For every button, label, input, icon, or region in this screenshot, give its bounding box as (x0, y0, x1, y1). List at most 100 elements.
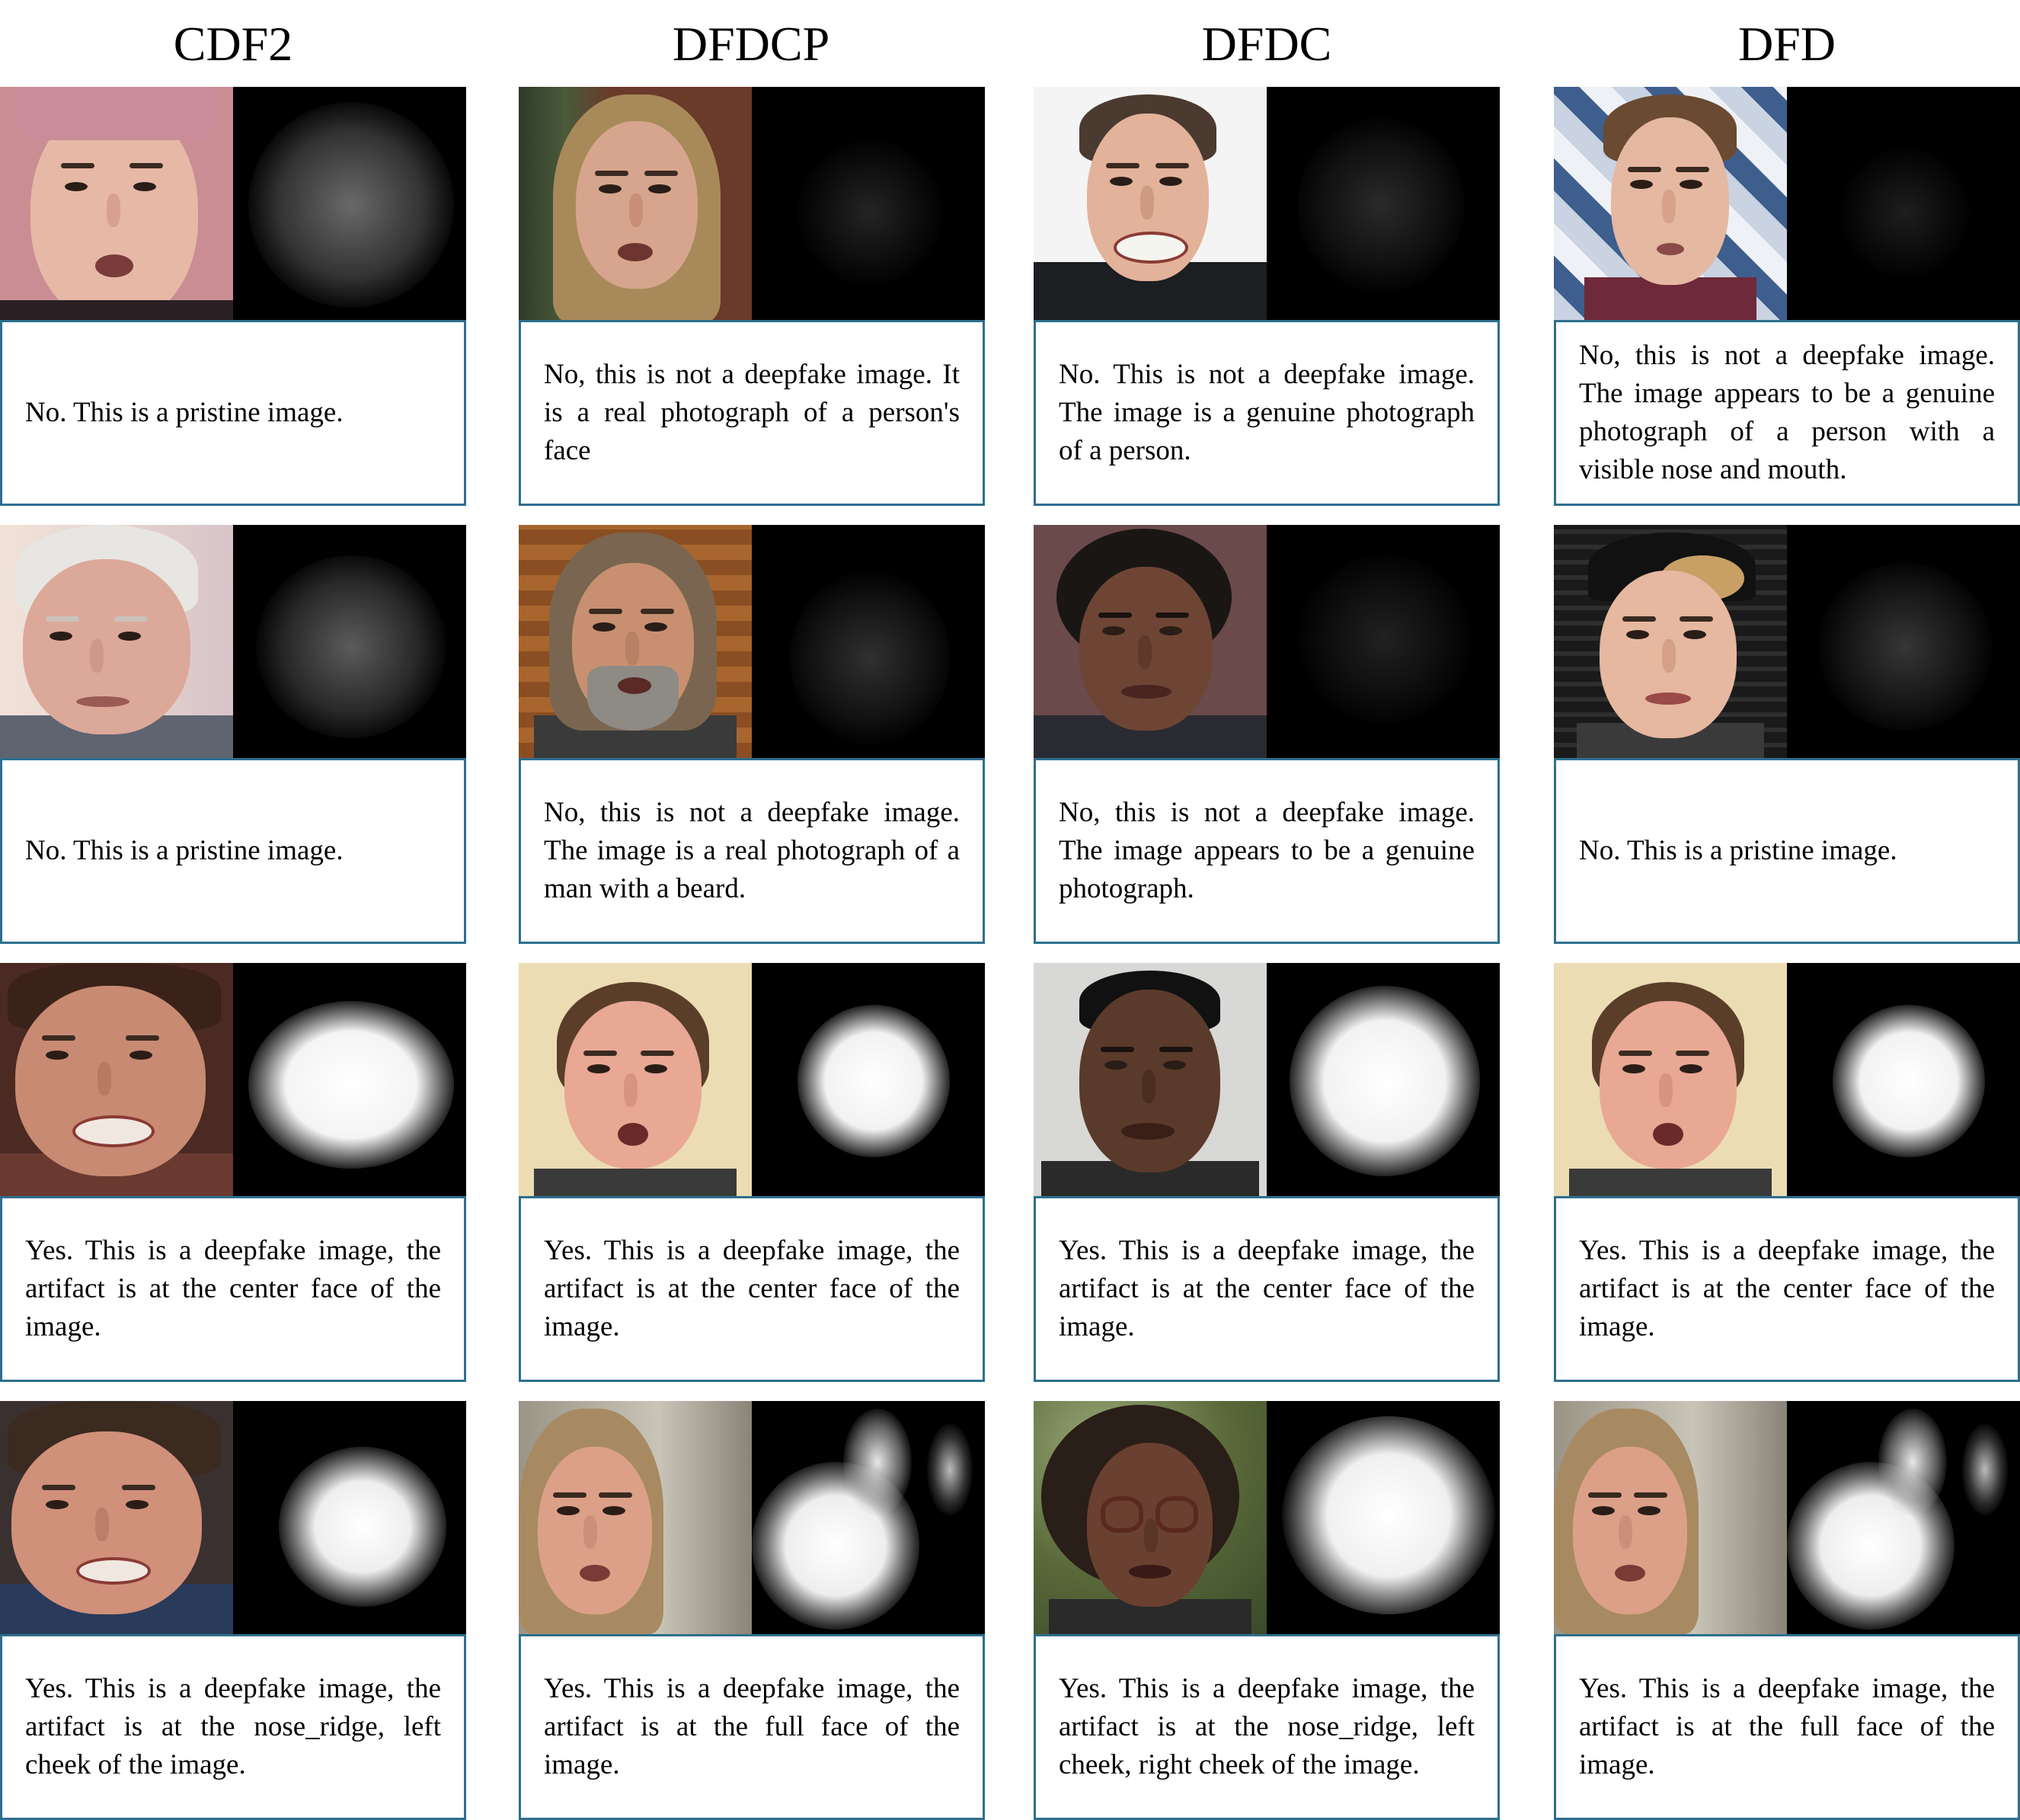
caption-box: No, this is not a deepfake image. The im… (1554, 320, 2020, 506)
heatmap (752, 525, 985, 758)
caption-box: No, this is not a deepfake image. The im… (519, 758, 985, 944)
heatmap (1787, 963, 2020, 1196)
face-photo (1034, 1401, 1267, 1634)
caption-text: Yes. This is a deepfake image, the artif… (1579, 1673, 1995, 1780)
result-cell: No. This is a pristine image. (1554, 525, 2020, 944)
face-photo (1554, 963, 1787, 1196)
image-pair (1034, 1401, 1500, 1634)
face-photo (519, 87, 752, 320)
result-cell: Yes. This is a deepfake image, the artif… (519, 1401, 985, 1820)
caption-box: No. This is a pristine image. (0, 758, 466, 944)
face-photo (519, 1401, 752, 1634)
heatmap (1267, 525, 1500, 758)
caption-box: Yes. This is a deepfake image, the artif… (519, 1196, 985, 1382)
image-pair (1034, 963, 1500, 1196)
face-photo (0, 1401, 233, 1634)
caption-text: No, this is not a deepfake image. The im… (544, 797, 960, 904)
image-pair (1554, 525, 2020, 758)
heatmap (752, 963, 985, 1196)
face-photo (519, 963, 752, 1196)
caption-text: No, this is not a deepfake image. The im… (1579, 340, 1995, 485)
caption-box: No, this is not a deepfake image. It is … (519, 320, 985, 506)
caption-box: No. This is a pristine image. (0, 320, 466, 506)
caption-text: No, this is not a deepfake image. The im… (1059, 797, 1475, 904)
image-pair (519, 1401, 985, 1634)
result-cell: No. This is not a deepfake image. The im… (1034, 87, 1500, 506)
caption-text: Yes. This is a deepfake image, the artif… (25, 1673, 441, 1780)
face-photo (1034, 525, 1267, 758)
face-photo (1034, 87, 1267, 320)
image-pair (1034, 87, 1500, 320)
caption-box: No. This is a pristine image. (1554, 758, 2020, 944)
column-header-cdf2: CDF2 (173, 17, 293, 71)
caption-text: Yes. This is a deepfake image, the artif… (25, 1235, 441, 1342)
caption-text: No. This is a pristine image. (25, 397, 344, 428)
heatmap (1787, 525, 2020, 758)
result-cell: Yes. This is a deepfake image, the artif… (0, 1401, 466, 1820)
result-cell: No, this is not a deepfake image. The im… (1034, 525, 1500, 944)
heatmap (1787, 1401, 2020, 1634)
heatmap (752, 87, 985, 320)
image-pair (519, 963, 985, 1196)
result-cell: Yes. This is a deepfake image, the artif… (519, 963, 985, 1382)
image-pair (519, 87, 985, 320)
caption-text: Yes. This is a deepfake image, the artif… (1059, 1673, 1475, 1780)
caption-text: No. This is not a deepfake image. The im… (1059, 359, 1475, 466)
face-photo (1554, 1401, 1787, 1634)
face-photo (0, 87, 233, 320)
result-cell: Yes. This is a deepfake image, the artif… (1554, 963, 2020, 1382)
caption-text: No. This is a pristine image. (25, 835, 344, 866)
result-cell: Yes. This is a deepfake image, the artif… (1034, 1401, 1500, 1820)
image-pair (0, 87, 466, 320)
image-pair (0, 525, 466, 758)
caption-text: Yes. This is a deepfake image, the artif… (1059, 1235, 1475, 1342)
image-pair (0, 963, 466, 1196)
caption-text: Yes. This is a deepfake image, the artif… (1579, 1235, 1995, 1342)
result-cell: No, this is not a deepfake image. It is … (519, 87, 985, 506)
column-header-dfdc: DFDC (1201, 17, 1332, 71)
caption-box: Yes. This is a deepfake image, the artif… (1554, 1634, 2020, 1820)
heatmap (233, 1401, 466, 1634)
heatmap (752, 1401, 985, 1634)
heatmap (233, 525, 466, 758)
face-photo (0, 963, 233, 1196)
face-photo (1034, 963, 1267, 1196)
face-photo (1554, 87, 1787, 320)
result-cell: No. This is a pristine image. (0, 525, 466, 944)
face-photo (0, 525, 233, 758)
image-pair (1554, 1401, 2020, 1634)
result-cell: Yes. This is a deepfake image, the artif… (1554, 1401, 2020, 1820)
face-photo (519, 525, 752, 758)
caption-text: No. This is a pristine image. (1579, 835, 1897, 866)
heatmap (1787, 87, 2020, 320)
caption-text: No, this is not a deepfake image. It is … (544, 359, 960, 466)
heatmap (1267, 87, 1500, 320)
image-pair (519, 525, 985, 758)
heatmap (1267, 963, 1500, 1196)
caption-box: Yes. This is a deepfake image, the artif… (1554, 1196, 2020, 1382)
caption-box: No, this is not a deepfake image. The im… (1034, 758, 1500, 944)
caption-box: Yes. This is a deepfake image, the artif… (1034, 1634, 1500, 1820)
caption-text: Yes. This is a deepfake image, the artif… (544, 1235, 960, 1342)
result-cell: No, this is not a deepfake image. The im… (1554, 87, 2020, 506)
result-cell: No. This is a pristine image. (0, 87, 466, 506)
column-header-dfdcp: DFDCP (672, 17, 830, 71)
result-cell: Yes. This is a deepfake image, the artif… (1034, 963, 1500, 1382)
image-pair (1554, 963, 2020, 1196)
image-pair (0, 1401, 466, 1634)
heatmap (233, 963, 466, 1196)
image-pair (1034, 525, 1500, 758)
heatmap (1267, 1401, 1500, 1634)
caption-text: Yes. This is a deepfake image, the artif… (544, 1673, 960, 1780)
caption-box: Yes. This is a deepfake image, the artif… (0, 1196, 466, 1382)
caption-box: Yes. This is a deepfake image, the artif… (1034, 1196, 1500, 1382)
image-pair (1554, 87, 2020, 320)
caption-box: No. This is not a deepfake image. The im… (1034, 320, 1500, 506)
caption-box: Yes. This is a deepfake image, the artif… (0, 1634, 466, 1820)
column-header-dfd: DFD (1737, 17, 1836, 71)
face-photo (1554, 525, 1787, 758)
heatmap (233, 87, 466, 320)
caption-box: Yes. This is a deepfake image, the artif… (519, 1634, 985, 1820)
result-cell: No, this is not a deepfake image. The im… (519, 525, 985, 944)
result-cell: Yes. This is a deepfake image, the artif… (0, 963, 466, 1382)
